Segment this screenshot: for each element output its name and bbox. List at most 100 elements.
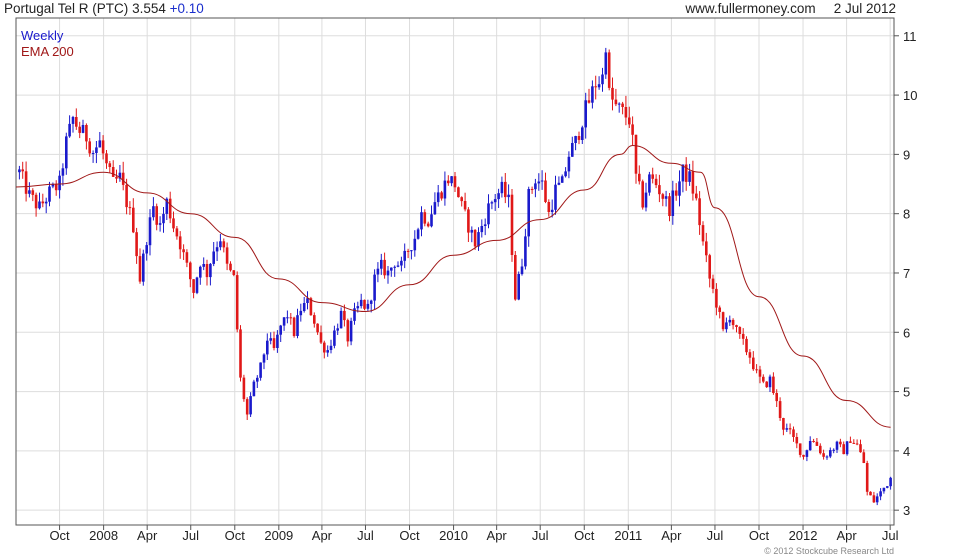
- candle-body: [219, 241, 222, 248]
- candle-body: [380, 259, 383, 269]
- candle-body: [741, 333, 745, 339]
- candle-body: [527, 189, 530, 237]
- candle-body: [855, 443, 859, 445]
- candle-body: [644, 192, 648, 208]
- candle-body: [413, 238, 417, 251]
- candle-body: [245, 399, 249, 415]
- candle-body: [829, 450, 832, 457]
- candle-body: [648, 174, 651, 193]
- candle-body: [705, 241, 708, 256]
- x-tick-label: 2010: [439, 528, 468, 543]
- candle-body: [889, 477, 892, 487]
- x-axis: Oct 2008 Apr Jul Oct 2009 Apr Jul Oct 2010 Apr Jul O…: [49, 525, 899, 543]
- candle-body: [547, 202, 551, 212]
- candle-body: [768, 376, 772, 388]
- candle-body: [447, 180, 450, 184]
- candle-body: [594, 86, 597, 88]
- candle-body: [31, 190, 35, 195]
- candle-body: [436, 192, 440, 203]
- candle-body: [152, 206, 155, 218]
- x-tick-label: 2012: [789, 528, 818, 543]
- candle-body: [762, 376, 765, 382]
- candle-body: [879, 491, 882, 497]
- candle-body: [624, 107, 628, 118]
- candle-body: [34, 194, 38, 209]
- candle-body: [886, 486, 889, 488]
- x-tick-label: Oct: [399, 528, 420, 543]
- candle-body: [470, 229, 474, 233]
- candle-body: [805, 450, 809, 457]
- candle-body: [497, 193, 500, 200]
- candle-body: [148, 217, 152, 246]
- candle-body: [175, 228, 179, 237]
- copyright-note: © 2012 Stockcube Research Ltd: [764, 546, 894, 556]
- candle-body: [835, 441, 839, 450]
- candle-body: [24, 171, 28, 194]
- x-tick-label: 2009: [264, 528, 293, 543]
- candle-body: [91, 153, 95, 154]
- candle-body: [356, 306, 360, 309]
- candle-body: [795, 437, 799, 444]
- candle-body: [286, 317, 289, 319]
- x-tick-label: Jul: [882, 528, 899, 543]
- candle-body: [302, 303, 306, 311]
- candle-body: [276, 334, 279, 348]
- y-tick-label: 11: [903, 29, 917, 44]
- candle-body: [748, 352, 752, 358]
- candle-body: [738, 327, 742, 334]
- legend-weekly: Weekly: [21, 28, 64, 43]
- candle-body: [772, 376, 775, 393]
- candle-body: [256, 377, 259, 382]
- x-tick-label: Jul: [357, 528, 374, 543]
- candle-body: [802, 454, 805, 457]
- candle-body: [319, 332, 323, 343]
- candle-body: [75, 117, 78, 127]
- candle-body: [54, 184, 58, 191]
- y-tick-label: 9: [903, 147, 910, 162]
- candle-body: [349, 320, 353, 342]
- candle-body: [510, 194, 514, 255]
- candle-body: [832, 449, 835, 451]
- candle-body: [239, 329, 242, 378]
- candle-body: [859, 444, 862, 453]
- candle-body: [132, 207, 135, 233]
- candle-body: [617, 103, 621, 105]
- candle-body: [48, 186, 51, 202]
- candle-body: [416, 229, 420, 239]
- candle-body: [44, 201, 48, 204]
- candle-body: [607, 52, 611, 88]
- y-axis: 3 4 5 6 7 8 9 10 11: [894, 29, 917, 518]
- candle-body: [755, 369, 758, 371]
- candle-body: [628, 117, 631, 125]
- candle-body: [483, 224, 487, 226]
- candle-body: [95, 147, 98, 153]
- y-tick-label: 5: [903, 385, 910, 400]
- candle-body: [266, 340, 269, 355]
- candle-body: [477, 232, 480, 247]
- y-tick-label: 3: [903, 503, 910, 518]
- candle-body: [785, 428, 789, 430]
- candle-body: [182, 249, 185, 253]
- candle-body: [554, 184, 557, 210]
- x-tick-label: Apr: [487, 528, 508, 543]
- candle-body: [557, 182, 561, 185]
- candle-body: [155, 206, 158, 225]
- candle-body: [782, 418, 785, 430]
- candle-body: [845, 441, 849, 455]
- candle-body: [202, 264, 205, 267]
- candle-body: [343, 310, 346, 321]
- candle-body: [272, 338, 276, 348]
- candle-body: [534, 183, 537, 190]
- candle-body: [842, 444, 845, 455]
- candle-body: [524, 236, 527, 267]
- candle-body: [88, 141, 91, 154]
- candle-body: [105, 153, 108, 164]
- candle-body: [98, 140, 102, 148]
- candle-body: [641, 181, 644, 208]
- candle-body: [313, 315, 316, 324]
- candle-body: [688, 171, 691, 182]
- candle-body: [195, 277, 199, 293]
- candle-body: [111, 167, 115, 177]
- candle-body: [85, 125, 88, 142]
- candle-body: [587, 100, 591, 103]
